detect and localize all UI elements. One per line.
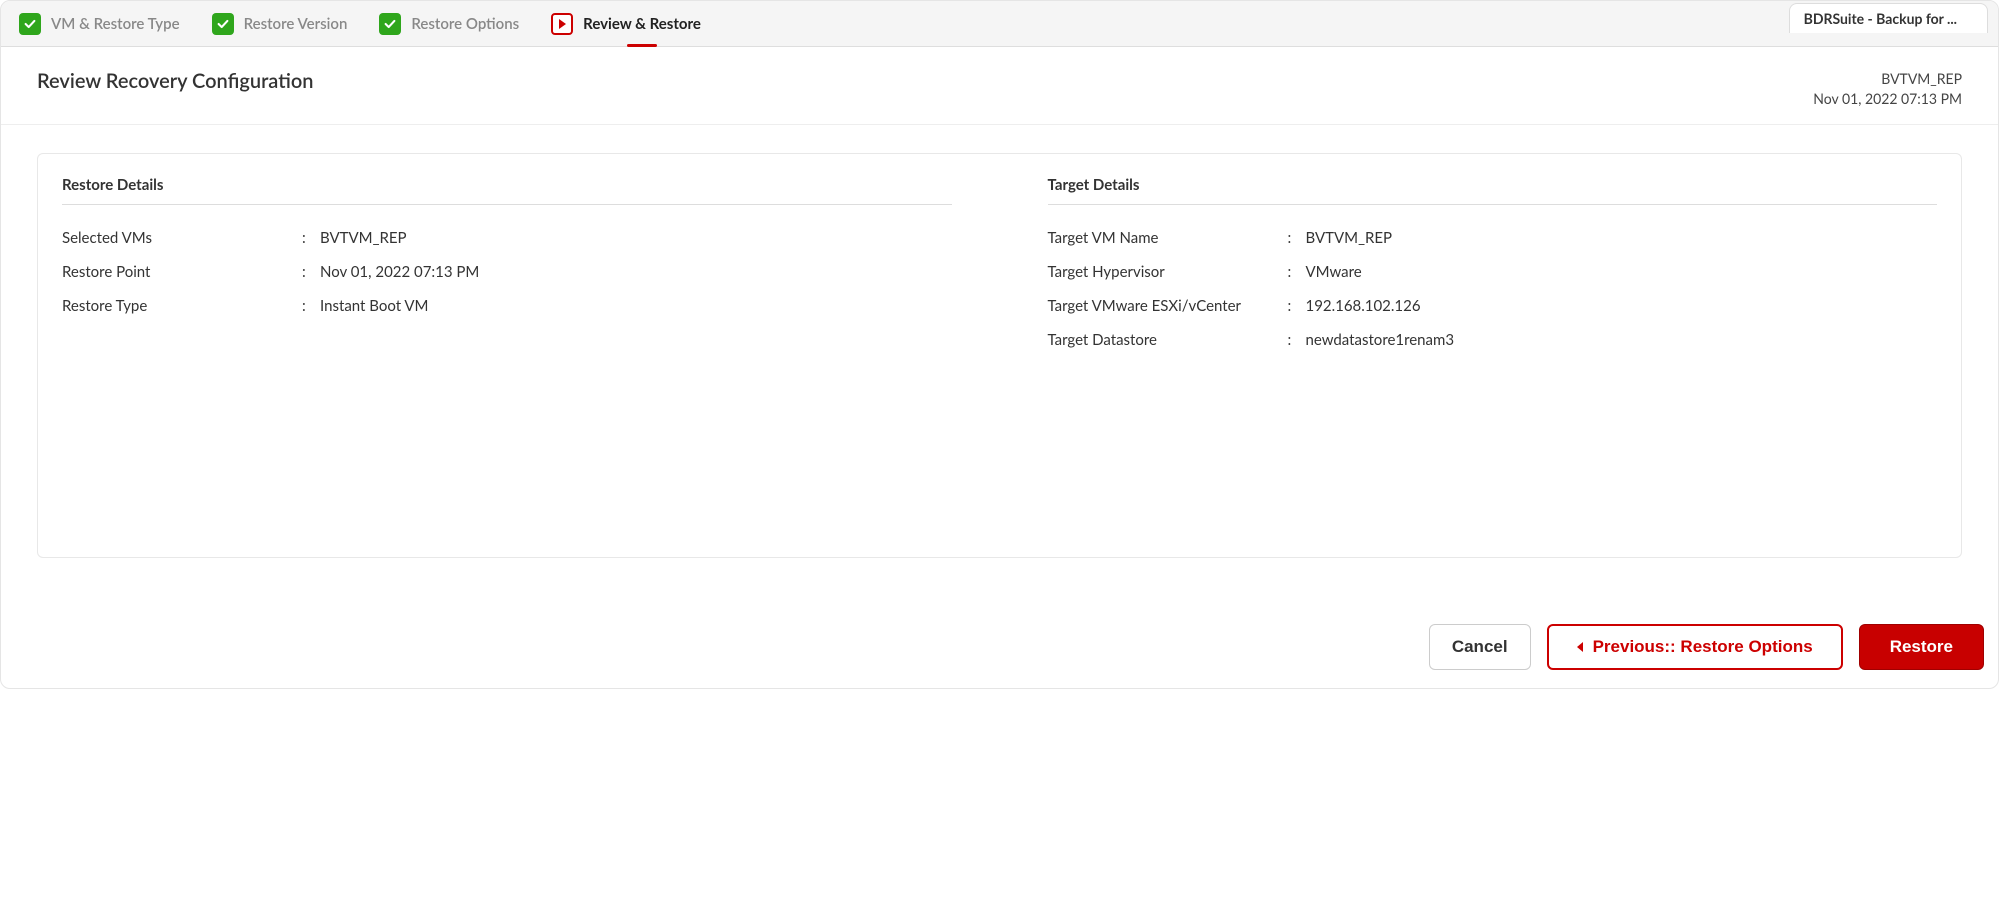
step-label: Restore Options (411, 15, 519, 33)
detail-value: 192.168.102.126 (1306, 297, 1938, 315)
restore-details-column: Restore Details Selected VMs : BVTVM_REP… (62, 176, 952, 357)
detail-key: Restore Type (62, 297, 302, 315)
cancel-button[interactable]: Cancel (1429, 624, 1531, 670)
detail-row: Target Datastore : newdatastore1renam3 (1048, 323, 1938, 357)
detail-value: BVTVM_REP (1306, 229, 1938, 247)
page-title: Review Recovery Configuration (37, 69, 313, 93)
check-icon (212, 13, 234, 35)
detail-value: Instant Boot VM (320, 297, 952, 315)
review-card: Restore Details Selected VMs : BVTVM_REP… (37, 153, 1962, 558)
detail-row: Target VMware ESXi/vCenter : 192.168.102… (1048, 289, 1938, 323)
step-restore-options[interactable]: Restore Options (379, 13, 519, 35)
page-meta: BVTVM_REP Nov 01, 2022 07:13 PM (1813, 69, 1962, 108)
check-icon (379, 13, 401, 35)
step-restore-version[interactable]: Restore Version (212, 13, 348, 35)
detail-key: Restore Point (62, 263, 302, 281)
detail-key: Target VMware ESXi/vCenter (1048, 297, 1288, 315)
product-tab[interactable]: BDRSuite - Backup for ... (1789, 3, 1988, 33)
detail-row: Selected VMs : BVTVM_REP (62, 221, 952, 255)
step-label: Restore Version (244, 15, 348, 33)
restore-details-heading: Restore Details (62, 176, 952, 205)
detail-value: BVTVM_REP (320, 229, 952, 247)
caret-left-icon (1577, 642, 1583, 652)
detail-key: Selected VMs (62, 229, 302, 247)
wizard-footer: Cancel Previous:: Restore Options Restor… (1, 558, 1998, 688)
detail-value: newdatastore1renam3 (1306, 331, 1938, 349)
previous-button-label: Previous:: Restore Options (1593, 637, 1813, 657)
meta-timestamp: Nov 01, 2022 07:13 PM (1813, 89, 1962, 109)
detail-key: Target Hypervisor (1048, 263, 1288, 281)
check-icon (19, 13, 41, 35)
detail-row: Restore Point : Nov 01, 2022 07:13 PM (62, 255, 952, 289)
target-details-column: Target Details Target VM Name : BVTVM_RE… (1048, 176, 1938, 357)
detail-key: Target VM Name (1048, 229, 1288, 247)
detail-row: Target Hypervisor : VMware (1048, 255, 1938, 289)
restore-button[interactable]: Restore (1859, 624, 1984, 670)
wizard-stepper: VM & Restore Type Restore Version Restor… (1, 1, 1998, 47)
step-label: VM & Restore Type (51, 15, 180, 33)
play-icon (551, 13, 573, 35)
step-vm-restore-type[interactable]: VM & Restore Type (19, 13, 180, 35)
detail-row: Target VM Name : BVTVM_REP (1048, 221, 1938, 255)
target-details-heading: Target Details (1048, 176, 1938, 205)
detail-row: Restore Type : Instant Boot VM (62, 289, 952, 323)
step-label: Review & Restore (583, 15, 701, 33)
detail-value: Nov 01, 2022 07:13 PM (320, 263, 952, 281)
detail-key: Target Datastore (1048, 331, 1288, 349)
detail-value: VMware (1306, 263, 1938, 281)
previous-button[interactable]: Previous:: Restore Options (1547, 624, 1843, 670)
step-review-restore[interactable]: Review & Restore (551, 13, 701, 35)
meta-name: BVTVM_REP (1813, 69, 1962, 89)
